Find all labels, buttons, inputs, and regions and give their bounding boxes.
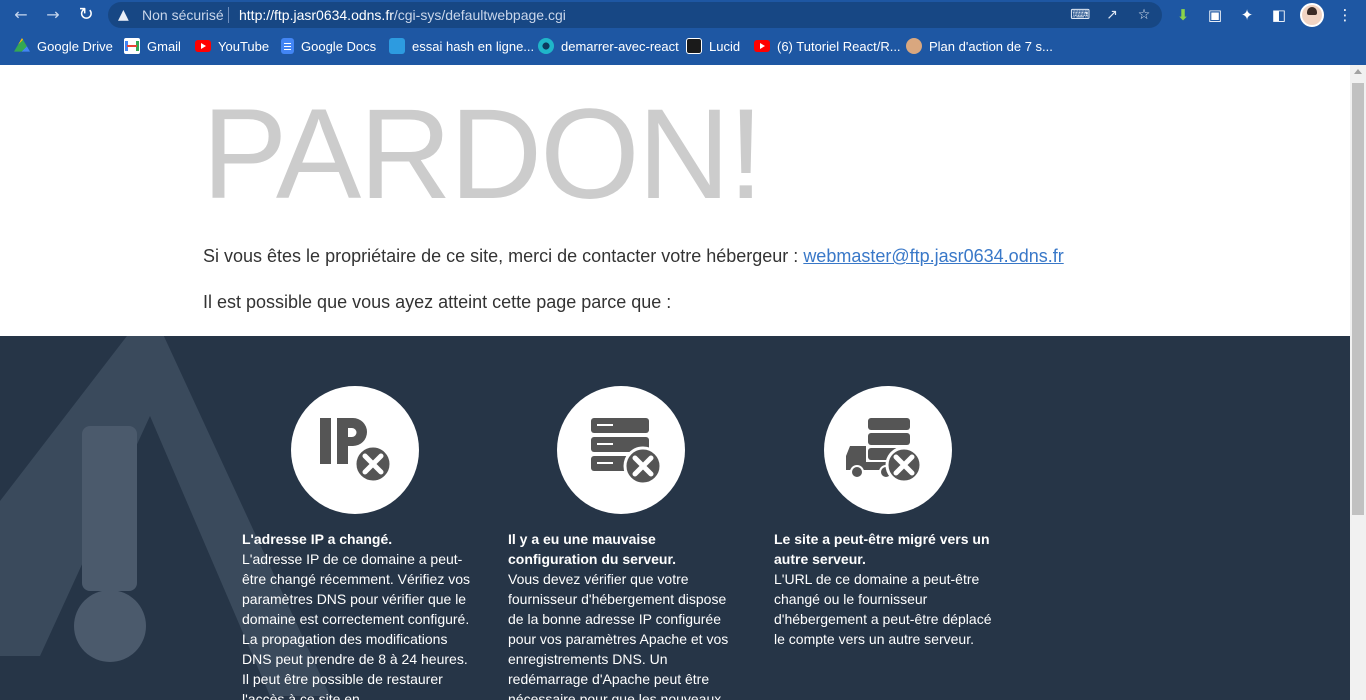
warning-icon[interactable]: ▲ bbox=[118, 5, 136, 25]
bookmark-youtube[interactable]: YouTube bbox=[195, 34, 269, 58]
url-path: /cgi-sys/defaultwebpage.cgi bbox=[393, 7, 566, 23]
url-host: http://ftp.jasr0634.odns.fr bbox=[239, 7, 394, 23]
youtube-icon bbox=[195, 40, 211, 52]
bookmarks-bar: Google Drive Gmail YouTube Google Docs e… bbox=[0, 34, 1366, 58]
extensions-puzzle-icon[interactable]: ✦ bbox=[1236, 4, 1258, 26]
ip-error-icon bbox=[291, 386, 419, 514]
bookmark-google-docs[interactable]: Google Docs bbox=[281, 34, 376, 58]
reason-server-misconfig: Il y a eu une mauvaise configuration du … bbox=[508, 529, 736, 700]
share-icon[interactable]: ↗ bbox=[1102, 5, 1122, 25]
reason-body: Vous devez vérifier que votre fournisseu… bbox=[508, 571, 729, 700]
download-extension-icon[interactable]: ⬇ bbox=[1172, 4, 1194, 26]
translate-icon[interactable]: ⌨ bbox=[1070, 5, 1090, 25]
intro-text: Si vous êtes le propriétaire de ce site,… bbox=[203, 246, 804, 266]
youtube-icon bbox=[754, 40, 770, 52]
server-error-icon bbox=[557, 386, 685, 514]
gmail-icon bbox=[124, 38, 140, 54]
reason-title: Il y a eu une mauvaise configuration du … bbox=[508, 531, 677, 567]
google-drive-icon bbox=[14, 38, 30, 52]
back-arrow-icon[interactable]: ← bbox=[10, 4, 32, 26]
browser-toolbar: ← → ↻ ▲ Non sécurisé http://ftp.jasr0634… bbox=[0, 0, 1366, 30]
address-bar[interactable]: ▲ Non sécurisé http://ftp.jasr0634.odns.… bbox=[108, 2, 1162, 28]
hash-site-icon bbox=[389, 38, 405, 54]
bookmark-tutoriel-react[interactable]: (6) Tutoriel React/R... bbox=[754, 34, 901, 58]
lucid-icon bbox=[686, 38, 702, 54]
forward-arrow-icon[interactable]: → bbox=[42, 4, 64, 26]
scrollbar-thumb[interactable] bbox=[1352, 83, 1364, 515]
server-moved-icon bbox=[824, 386, 952, 514]
bookmark-plan-action[interactable]: Plan d'action de 7 s... bbox=[906, 34, 1053, 58]
browser-chrome: ← → ↻ ▲ Non sécurisé http://ftp.jasr0634… bbox=[0, 0, 1366, 65]
google-docs-icon bbox=[281, 38, 294, 54]
reason-ip-changed: L'adresse IP a changé. L'adresse IP de c… bbox=[242, 529, 470, 700]
bookmark-google-drive[interactable]: Google Drive bbox=[14, 34, 113, 58]
star-bookmark-icon[interactable]: ☆ bbox=[1134, 5, 1154, 25]
bookmark-hash-tool[interactable]: essai hash en ligne... bbox=[389, 34, 534, 58]
menu-kebab-icon[interactable]: ⋮ bbox=[1334, 4, 1356, 26]
bookmark-lucid[interactable]: Lucid bbox=[686, 34, 740, 58]
url-text[interactable]: http://ftp.jasr0634.odns.fr/cgi-sys/defa… bbox=[239, 7, 566, 23]
contact-email-link[interactable]: webmaster@ftp.jasr0634.odns.fr bbox=[803, 246, 1063, 266]
reason-title: L'adresse IP a changé. bbox=[242, 531, 393, 547]
web-page: PARDON! Si vous êtes le propriétaire de … bbox=[0, 65, 1350, 700]
scroll-up-arrow-icon[interactable] bbox=[1354, 69, 1362, 74]
bookmark-gmail[interactable]: Gmail bbox=[124, 34, 181, 58]
vertical-scrollbar[interactable] bbox=[1350, 65, 1366, 700]
reason-body: L'adresse IP de ce domaine a peut-être c… bbox=[242, 551, 470, 700]
screen-capture-icon[interactable]: ▣ bbox=[1204, 4, 1226, 26]
page-title: PARDON! bbox=[202, 83, 764, 226]
address-divider bbox=[228, 7, 229, 23]
bookmark-demarrer-react[interactable]: demarrer-avec-react bbox=[538, 34, 679, 58]
react-site-icon bbox=[538, 38, 554, 54]
reload-icon[interactable]: ↻ bbox=[75, 4, 97, 26]
security-label[interactable]: Non sécurisé bbox=[142, 7, 224, 23]
reasons-section: L'adresse IP a changé. L'adresse IP de c… bbox=[0, 336, 1350, 700]
intro-paragraph: Si vous êtes le propriétaire de ce site,… bbox=[203, 246, 1064, 267]
reason-title: Le site a peut-être migré vers un autre … bbox=[774, 531, 990, 567]
reason-body: L'URL de ce domaine a peut-être changé o… bbox=[774, 571, 992, 647]
side-panel-icon[interactable]: ◧ bbox=[1268, 4, 1290, 26]
person-avatar-icon bbox=[906, 38, 922, 54]
reason-site-migrated: Le site a peut-être migré vers un autre … bbox=[774, 529, 1002, 649]
profile-avatar[interactable] bbox=[1300, 3, 1324, 27]
possible-reason-text: Il est possible que vous ayez atteint ce… bbox=[203, 292, 672, 312]
